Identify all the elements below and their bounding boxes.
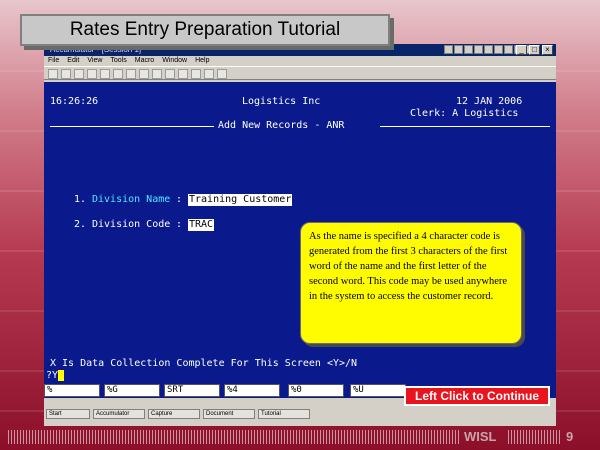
tutorial-callout: As the name is specified a 4 character c… xyxy=(300,222,522,344)
field-2-label: Division Code xyxy=(92,219,171,230)
continue-button[interactable]: Left Click to Continue xyxy=(404,386,550,406)
fkey-6[interactable]: %U xyxy=(350,384,406,397)
tutorial-title: Rates Entry Preparation Tutorial xyxy=(69,19,341,40)
close-icon[interactable]: × xyxy=(542,45,553,55)
settings-icon[interactable] xyxy=(191,69,201,79)
disconnect-icon[interactable] xyxy=(165,69,175,79)
screen-title: Add New Records - ANR xyxy=(218,120,345,131)
fkey-1[interactable]: % xyxy=(44,384,100,397)
fkey-4[interactable]: %4 xyxy=(224,384,280,397)
terminal-cursor xyxy=(58,370,65,381)
menu-window[interactable]: Window xyxy=(162,56,187,66)
connect-icon[interactable] xyxy=(152,69,162,79)
field-1-colon: : xyxy=(176,194,183,205)
taskbar-item[interactable]: Tutorial xyxy=(258,409,310,419)
field-2-number: 2. xyxy=(74,219,87,230)
fkey-2[interactable]: %G xyxy=(104,384,160,397)
field-1-number: 1. xyxy=(74,194,87,205)
fkey-5[interactable]: %0 xyxy=(288,384,344,397)
tool-icon[interactable] xyxy=(444,45,453,54)
menu-help[interactable]: Help xyxy=(195,56,209,66)
menu-macro[interactable]: Macro xyxy=(135,56,154,66)
callout-text: As the name is specified a 4 character c… xyxy=(309,231,508,302)
header-rule-left xyxy=(50,126,214,127)
cut-icon[interactable] xyxy=(100,69,110,79)
color-icon[interactable] xyxy=(204,69,214,79)
header-rule-right xyxy=(380,126,550,127)
tool-icon[interactable] xyxy=(494,45,503,54)
division-code-field[interactable]: TRAC xyxy=(188,219,215,231)
tool-icon[interactable] xyxy=(454,45,463,54)
tool-icon[interactable] xyxy=(474,45,483,54)
footer-brand: WISL xyxy=(464,429,497,444)
terminal-time: 16:26:26 xyxy=(50,96,99,107)
copy-icon[interactable] xyxy=(113,69,123,79)
tool-icon[interactable] xyxy=(484,45,493,54)
new-icon[interactable] xyxy=(48,69,58,79)
field-1-label: Division Name xyxy=(92,194,171,205)
terminal-company: Logistics Inc xyxy=(242,96,321,107)
print-icon[interactable] xyxy=(87,69,97,79)
menu-edit[interactable]: Edit xyxy=(67,56,79,66)
main-toolbar xyxy=(44,66,556,80)
taskbar-start[interactable]: Start xyxy=(46,409,90,419)
taskbar-item[interactable]: Accumulator xyxy=(93,409,145,419)
field-2-colon: : xyxy=(176,219,183,230)
footer-bars-left xyxy=(8,430,460,444)
prompt-marker: ?Y xyxy=(46,370,65,382)
maximize-icon[interactable]: □ xyxy=(529,45,540,55)
completion-prompt: X Is Data Collection Complete For This S… xyxy=(50,358,358,369)
tutorial-title-banner: Rates Entry Preparation Tutorial xyxy=(20,14,390,46)
terminal-clerk: Clerk: A Logistics xyxy=(410,108,519,119)
menu-file[interactable]: File xyxy=(48,56,59,66)
window-title: Accumulator - [Session 1] xyxy=(50,45,142,54)
paste-icon[interactable] xyxy=(126,69,136,79)
page-number: 9 xyxy=(566,429,574,444)
menu-tools[interactable]: Tools xyxy=(110,56,126,66)
taskbar-item[interactable]: Capture xyxy=(148,409,200,419)
taskbar-item[interactable]: Document xyxy=(203,409,255,419)
terminal-date: 12 JAN 2006 xyxy=(456,96,523,107)
find-icon[interactable] xyxy=(139,69,149,79)
tool-icon[interactable] xyxy=(464,45,473,54)
taskbar: Start Accumulator Capture Document Tutor… xyxy=(44,408,556,420)
footer-bars-right xyxy=(508,430,560,444)
minimize-icon[interactable]: _ xyxy=(516,45,527,55)
save-icon[interactable] xyxy=(74,69,84,79)
terminal-window: Accumulator - [Session 1] _ □ × File Edi… xyxy=(44,44,556,426)
open-icon[interactable] xyxy=(61,69,71,79)
help-icon[interactable] xyxy=(217,69,227,79)
fkey-3[interactable]: SRT xyxy=(164,384,220,397)
division-name-field[interactable]: Training Customer xyxy=(188,194,293,206)
menu-bar: File Edit View Tools Macro Window Help xyxy=(44,56,556,66)
macro-icon[interactable] xyxy=(178,69,188,79)
menu-view[interactable]: View xyxy=(87,56,102,66)
tool-icon[interactable] xyxy=(504,45,513,54)
